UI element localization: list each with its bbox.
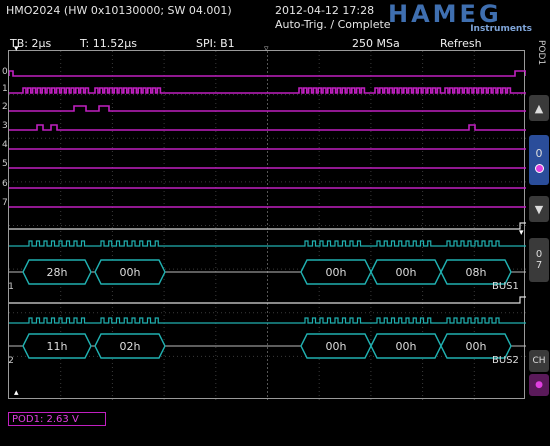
channel-label-2: 2: [2, 102, 8, 112]
channel-label-5: 5: [2, 159, 8, 169]
channel-label-1: 1: [2, 84, 8, 94]
pod-tab[interactable]: ●: [529, 374, 549, 396]
bus-value: 00h: [326, 266, 347, 279]
bus-index: B2: [9, 356, 14, 366]
trigger-position-marker[interactable]: ▿: [264, 44, 269, 54]
scroll-up-button[interactable]: ▲: [529, 95, 549, 121]
bus-value: 08h: [466, 266, 487, 279]
bus-value: 00h: [326, 340, 347, 353]
trigger-time-readout[interactable]: T: 11.52µs: [80, 37, 137, 50]
brand-subtitle: Instruments: [470, 24, 532, 34]
channel-label-0: 0: [2, 67, 8, 77]
channel-label-6: 6: [2, 179, 8, 189]
bus-value: 00h: [466, 340, 487, 353]
right-softkey-bar: ▲ 0 ▼ 0 7 CH ●: [528, 50, 550, 446]
bus-value: 28h: [47, 266, 68, 279]
bus-index: B1: [9, 282, 14, 292]
bit-range-button[interactable]: 0 7: [529, 238, 549, 282]
bus-name: BUS1: [492, 281, 519, 292]
acquire-mode-readout[interactable]: Refresh: [440, 37, 482, 50]
left-edge-marker: ▾: [14, 44, 19, 54]
channel-label-3: 3: [2, 121, 8, 131]
bit-indicator-icon: [534, 164, 544, 173]
hameg-logo: HAMEG Instruments: [388, 0, 534, 34]
bus-bracket-marker: ▾: [519, 228, 524, 238]
range-top: 0: [535, 249, 543, 260]
bus-value: 00h: [120, 266, 141, 279]
active-bit-button[interactable]: 0: [529, 135, 549, 185]
bus-value: 11h: [47, 340, 68, 353]
scroll-down-button[interactable]: ▼: [529, 196, 549, 222]
waveform-canvas: 28h 00h 00h 00h 08h BUS1 B1 11h 02h 00h 00h 00h BUS2…: [9, 51, 526, 400]
bottom-left-marker: ▴: [14, 388, 19, 398]
bus-value: 00h: [396, 266, 417, 279]
trigger-source-readout[interactable]: SPI: B1: [196, 37, 235, 50]
active-bit-label: 0: [535, 147, 543, 160]
pod-threshold-readout[interactable]: POD1: 2.63 V: [8, 412, 106, 426]
acquisition-status: Auto-Trig. / Complete: [275, 18, 391, 31]
bus-value: 02h: [120, 340, 141, 353]
channel-label-4: 4: [2, 140, 8, 150]
bus-name: BUS2: [492, 355, 519, 366]
device-info: HMO2024 (HW 0x10130000; SW 04.001): [6, 4, 232, 17]
waveform-display[interactable]: 28h 00h 00h 00h 08h BUS1 B1 11h 02h 00h 00h 00h BUS2…: [8, 50, 526, 400]
datetime: 2012-04-12 17:28: [275, 4, 375, 17]
range-bottom: 7: [535, 260, 543, 271]
channel-label-7: 7: [2, 198, 8, 208]
samplerate-readout: 250 MSa: [352, 37, 400, 50]
bus-value: 00h: [396, 340, 417, 353]
channel-tab[interactable]: CH: [529, 350, 549, 372]
